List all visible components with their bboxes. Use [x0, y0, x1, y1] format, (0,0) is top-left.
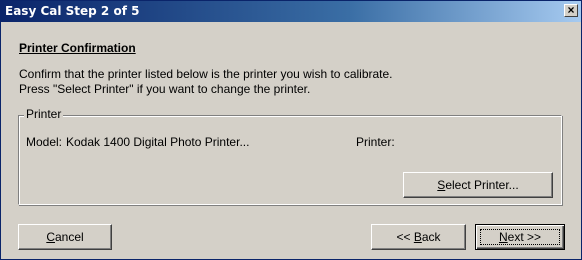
- back-prefix: <<: [396, 230, 414, 244]
- instruction-line-1: Confirm that the printer listed below is…: [19, 67, 393, 81]
- instructions: Confirm that the printer listed below is…: [19, 67, 393, 97]
- cancel-label: ancel: [54, 230, 84, 244]
- back-label: ack: [421, 230, 441, 244]
- focus-rectangle: [480, 229, 560, 245]
- window-title: Easy Cal Step 2 of 5: [5, 4, 140, 18]
- select-printer-label: elect Printer...: [445, 178, 519, 192]
- back-mnemonic: B: [413, 230, 422, 244]
- model-value: Kodak 1400 Digital Photo Printer...: [66, 135, 250, 149]
- back-button[interactable]: << Back: [371, 224, 466, 250]
- next-button[interactable]: Next >>: [475, 224, 565, 250]
- cancel-mnemonic: C: [46, 230, 55, 244]
- model-label: Model:: [26, 135, 63, 149]
- printer-label: Printer:: [356, 135, 395, 149]
- title-bar: Easy Cal Step 2 of 5 ×: [1, 1, 581, 22]
- close-icon: ×: [567, 3, 575, 17]
- select-printer-button[interactable]: Select Printer...: [403, 172, 553, 198]
- printer-group-label: Printer: [24, 107, 64, 121]
- cancel-button[interactable]: Cancel: [18, 224, 112, 250]
- close-button[interactable]: ×: [564, 4, 578, 17]
- page-heading: Printer Confirmation: [19, 41, 136, 55]
- instruction-line-2: Press "Select Printer" if you want to ch…: [19, 82, 311, 96]
